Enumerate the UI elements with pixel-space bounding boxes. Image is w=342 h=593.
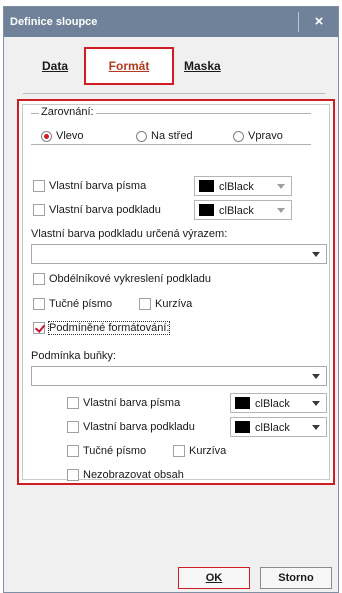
italic-checkbox[interactable] [139,298,151,310]
tab-format[interactable]: Formát [84,47,174,85]
ok-button-label: OK [205,572,223,584]
cell-condition-dropdown[interactable] [31,366,327,386]
italic-label[interactable]: Kurzíva [155,298,192,310]
cond-font-color-picker[interactable]: clBlack [230,393,327,413]
cond-font-color-label[interactable]: Vlastní barva písma [83,397,180,409]
align-left-radio[interactable] [41,131,52,142]
bold-checkbox[interactable] [33,298,45,310]
chevron-down-icon [312,374,320,379]
close-button[interactable]: × [301,10,337,34]
tab-maska[interactable]: Maska [184,59,221,73]
cond-bg-color-label[interactable]: Vlastní barva podkladu [83,421,195,433]
color-value: clBlack [255,422,290,434]
bold-label[interactable]: Tučné písmo [49,298,112,310]
color-swatch [199,204,214,216]
conditional-format-checkbox[interactable] [33,322,45,334]
bg-expression-label: Vlastní barva podkladu určená výrazem: [31,228,228,240]
own-bg-color-picker[interactable]: clBlack [194,200,292,220]
column-definition-dialog: Definice sloupce × Data Formát Maska Zar… [3,6,339,593]
align-right-label[interactable]: Vpravo [248,130,283,142]
chevron-down-icon [312,252,320,257]
cancel-button[interactable]: Storno [260,567,332,589]
cond-bg-color-picker[interactable]: clBlack [230,417,327,437]
cell-condition-label: Podmínka buňky: [31,350,116,362]
rect-bg-checkbox[interactable] [33,273,45,285]
cond-font-color-checkbox[interactable] [67,397,79,409]
alignment-legend: Zarovnání: [39,106,96,118]
title-bar[interactable]: Definice sloupce × [4,7,338,37]
cancel-button-label: Storno [278,572,314,584]
ok-button[interactable]: OK [178,567,250,589]
cond-bold-checkbox[interactable] [67,445,79,457]
cond-bold-label[interactable]: Tučné písmo [83,445,146,457]
cond-bg-color-checkbox[interactable] [67,421,79,433]
color-value: clBlack [219,205,254,217]
tab-divider [23,93,325,94]
color-value: clBlack [219,181,254,193]
color-swatch [235,421,250,433]
own-font-color-checkbox[interactable] [33,180,45,192]
own-bg-color-checkbox[interactable] [33,204,45,216]
chevron-down-icon [312,425,320,430]
color-swatch [235,397,250,409]
chevron-down-icon [277,208,285,213]
align-center-radio[interactable] [136,131,147,142]
rect-bg-label[interactable]: Obdélníkové vykreslení podkladu [49,273,211,285]
align-right-radio[interactable] [233,131,244,142]
chevron-down-icon [277,184,285,189]
align-center-label[interactable]: Na střed [151,130,193,142]
cond-italic-label[interactable]: Kurzíva [189,445,226,457]
tab-bar: Data Formát Maska [4,37,338,103]
bg-expression-dropdown[interactable] [31,244,327,264]
cond-italic-checkbox[interactable] [173,445,185,457]
align-left-label[interactable]: Vlevo [56,130,84,142]
color-value: clBlack [255,398,290,410]
conditional-format-label[interactable]: Podmíněné formátování: [47,321,171,335]
chevron-down-icon [312,401,320,406]
title-separator [298,12,299,32]
window-title: Definice sloupce [10,16,98,28]
own-bg-color-label[interactable]: Vlastní barva podkladu [49,204,161,216]
own-font-color-picker[interactable]: clBlack [194,176,292,196]
color-swatch [199,180,214,192]
cond-hide-content-checkbox[interactable] [67,469,79,481]
own-font-color-label[interactable]: Vlastní barva písma [49,180,146,192]
format-panel: Zarovnání: Vlevo Na střed Vpravo Vlastní… [17,99,335,485]
cond-hide-content-label[interactable]: Nezobrazovat obsah [83,469,184,481]
tab-data[interactable]: Data [42,59,68,73]
